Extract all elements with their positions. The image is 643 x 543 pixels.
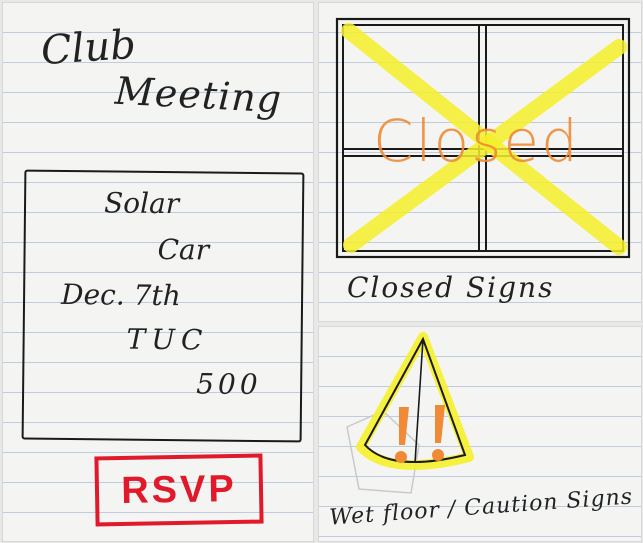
rsvp-label: RSVP <box>120 467 238 512</box>
flyer-details-box: Solar Car Dec. 7th TUC 500 <box>21 169 305 443</box>
club-meeting-flyer-sketch: Club Meeting Solar Car Dec. 7th TUC 500 … <box>2 2 314 542</box>
closed-signs-caption: Closed Signs <box>347 271 555 304</box>
flyer-title-club: Club <box>39 21 138 75</box>
flyer-line-room: 500 <box>196 367 262 402</box>
flyer-line-solar: Solar <box>103 186 180 221</box>
closed-sign-sketch: Closed Closed Signs <box>318 2 642 322</box>
closed-word: Closed <box>373 107 580 175</box>
flyer-line-venue: TUC <box>126 322 209 357</box>
flyer-line-car: Car <box>157 232 210 267</box>
flyer-title-meeting: Meeting <box>113 68 284 122</box>
rsvp-button-sketch[interactable]: RSVP <box>94 453 264 527</box>
flyer-line-date: Dec. 7th <box>60 277 181 313</box>
caution-sign-sketch: Wet floor / Caution Signs <box>318 326 642 542</box>
